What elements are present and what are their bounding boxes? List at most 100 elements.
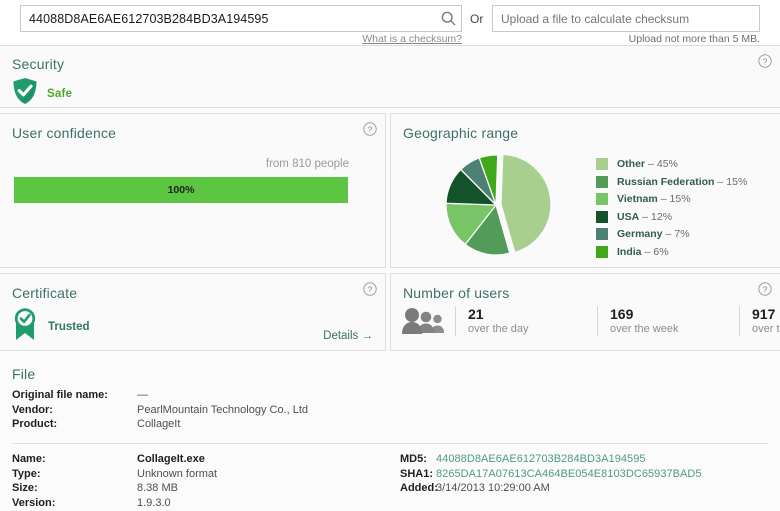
file-section: File Original file name: — Vendor: PearlMou… [0, 356, 780, 511]
legend-item: Other –45% [596, 156, 747, 172]
file-meta-row: Vendor: PearlMountain Technology Co., Ltd [12, 403, 308, 418]
top-search-bar: What is a checksum? Or Upload not more t… [0, 0, 780, 46]
number-of-users-title: Number of users [403, 285, 510, 301]
legend-item: USA –12% [596, 209, 747, 225]
checksum-search-field[interactable] [20, 5, 462, 32]
search-icon[interactable] [435, 6, 461, 31]
file-title: File [12, 366, 36, 382]
user-stat: 917over the month [739, 306, 780, 336]
file-right-metadata: MD5: 44088D8AE6AE612703B284BD3A194595 SHA1… [400, 452, 702, 496]
help-icon[interactable]: ? [363, 282, 377, 296]
svg-text:?: ? [368, 284, 373, 294]
legend-item: Germany –7% [596, 226, 747, 242]
file-meta-key: Size: [12, 482, 38, 495]
certificate-title: Certificate [12, 285, 78, 301]
user-confidence-title: User confidence [12, 125, 117, 141]
legend-value: 6% [653, 245, 669, 258]
legend-value: 7% [674, 228, 690, 240]
file-meta-row: MD5: 44088D8AE6AE612703B284BD3A194595 [400, 452, 702, 467]
legend-swatch [596, 228, 608, 240]
legend-swatch [596, 245, 608, 258]
checksum-report-page: What is a checksum? Or Upload not more t… [0, 0, 780, 511]
legend-label: Other [617, 158, 646, 170]
confidence-bar-fill: 100% [14, 177, 348, 203]
certificate-ribbon-icon [12, 307, 38, 346]
user-stat-caption: over the month [752, 323, 780, 335]
file-meta-value: Unknown format [137, 467, 218, 480]
file-meta-row: Type: Unknown format [12, 467, 217, 482]
user-stat-caption: over the day [468, 323, 529, 335]
certificate-status-label: Trusted [48, 320, 90, 333]
legend-label: Russian Federation [617, 175, 715, 188]
file-meta-row: Size: 8.38 MB [12, 481, 217, 496]
file-meta-row: Product: CollageIt [12, 417, 308, 432]
certificate-details-link[interactable]: Details → [323, 330, 373, 342]
user-stats-row: 21over the day169over the week917over th… [401, 306, 780, 340]
legend-value: 15% [669, 193, 691, 205]
file-meta-key: Original file name: [12, 389, 108, 402]
legend-label: India [617, 245, 642, 258]
legend-separator: – [642, 210, 649, 223]
legend-separator: – [660, 193, 667, 205]
file-meta-value: CollageIt.exe [137, 453, 205, 466]
svg-text:?: ? [763, 284, 768, 294]
upload-file-field[interactable] [492, 5, 760, 32]
file-meta-value: CollageIt [137, 418, 181, 431]
legend-label: USA [617, 210, 640, 223]
file-meta-key: Product: [12, 418, 58, 431]
legend-value: 12% [651, 210, 673, 223]
geographic-pie-chart [439, 150, 553, 260]
or-label: Or [470, 12, 484, 26]
file-meta-key: Type: [12, 467, 41, 480]
file-meta-row: Added: 3/14/2013 10:29:00 AM [400, 481, 702, 496]
user-stat-number: 917 [752, 306, 776, 322]
legend-separator: – [717, 175, 724, 188]
file-meta-key: Vendor: [12, 403, 53, 416]
file-meta-row: Version: 1.9.3.0 [12, 496, 217, 511]
file-meta-key: Name: [12, 453, 46, 466]
file-meta-key: MD5: [400, 453, 427, 466]
certificate-status-row: Trusted [12, 307, 90, 346]
file-meta-row: Original file name: — [12, 388, 308, 403]
certificate-panel: Certificate ? Trusted Details → [0, 273, 386, 351]
file-meta-value[interactable]: 8265DA17A07613CA464BE054E8103DC65937BAD5 [436, 468, 702, 480]
legend-swatch [596, 210, 608, 223]
legend-swatch [596, 193, 608, 205]
file-meta-value: — [137, 389, 148, 402]
number-of-users-panel: Number of users ? 21 over the day 169 over … [390, 273, 780, 351]
file-top-metadata: Original file name: — Vendor: PearlMountain… [12, 388, 308, 432]
legend-item: Vietnam –15% [596, 191, 747, 207]
legend-label: Germany [617, 228, 663, 240]
file-meta-value[interactable]: 44088D8AE6AE612703B284BD3A194595 [436, 453, 646, 465]
file-meta-value: 8.38 MB [137, 482, 178, 495]
help-icon[interactable]: ? [758, 54, 772, 68]
file-meta-key: SHA1: [400, 467, 434, 480]
legend-swatch [596, 158, 608, 170]
upload-input[interactable] [493, 11, 759, 26]
what-is-checksum-link[interactable]: What is a checksum? [20, 33, 462, 45]
file-divider [12, 443, 768, 444]
pie-slice [500, 153, 552, 254]
file-meta-row: Name: CollageIt.exe [12, 452, 217, 467]
svg-text:?: ? [763, 56, 768, 66]
geographic-range-panel: Geographic range Other –45% Russian Federa… [390, 113, 780, 268]
security-status-row: Safe [12, 77, 72, 110]
confidence-percent-label: 100% [167, 184, 195, 196]
user-confidence-panel: User confidence ? from 810 people 100% T… [0, 113, 386, 372]
confidence-sample-size: from 810 people [265, 158, 349, 170]
user-stat-caption: over the week [610, 323, 679, 335]
legend-swatch [596, 175, 608, 188]
geographic-range-title: Geographic range [403, 125, 519, 141]
legend-item: Russian Federation –15% [596, 174, 747, 190]
geographic-legend: Other –45% Russian Federation –15% Vietnam –1… [596, 156, 747, 261]
help-icon[interactable]: ? [363, 122, 377, 136]
file-meta-value: PearlMountain Technology Co., Ltd [137, 403, 309, 416]
security-title: Security [12, 56, 65, 72]
users-group-icon [401, 306, 449, 340]
legend-value: 15% [726, 175, 748, 188]
search-input[interactable] [21, 11, 435, 26]
svg-text:?: ? [368, 124, 373, 134]
confidence-bar: 100% [14, 177, 348, 203]
help-icon[interactable]: ? [758, 282, 772, 296]
file-meta-value: 1.9.3.0 [137, 496, 171, 509]
